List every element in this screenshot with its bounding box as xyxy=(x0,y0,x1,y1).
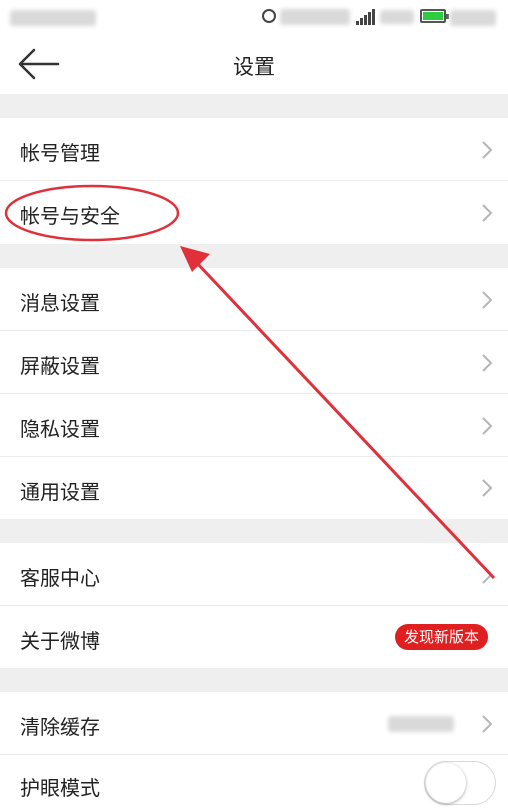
settings-item-label: 通用设置 xyxy=(20,480,100,504)
settings-item-label: 屏蔽设置 xyxy=(20,354,100,378)
settings-item-privacy[interactable]: 隐私设置 xyxy=(0,394,508,457)
settings-item-account-management[interactable]: 帐号管理 xyxy=(0,118,508,181)
settings-item-label: 清除缓存 xyxy=(20,715,100,739)
signal-icon xyxy=(356,9,376,25)
status-time xyxy=(10,10,96,26)
status-icons-left xyxy=(280,9,350,25)
chevron-right-icon xyxy=(482,566,493,584)
eye-care-toggle[interactable] xyxy=(424,761,496,805)
settings-item-customer-service[interactable]: 客服中心 xyxy=(0,543,508,606)
settings-item-label: 消息设置 xyxy=(20,291,100,315)
page-title: 设置 xyxy=(233,55,275,79)
chevron-right-icon xyxy=(482,141,493,159)
settings-item-about[interactable]: 关于微博 发现新版本 xyxy=(0,606,508,668)
settings-item-message[interactable]: 消息设置 xyxy=(0,268,508,331)
status-battery-text xyxy=(450,10,496,26)
alarm-icon xyxy=(262,9,276,23)
toggle-knob xyxy=(426,763,466,803)
chevron-right-icon xyxy=(482,417,493,435)
chevron-right-icon xyxy=(482,291,493,309)
settings-item-label: 帐号与安全 xyxy=(20,204,120,228)
chevron-right-icon xyxy=(482,715,493,733)
chevron-right-icon xyxy=(482,354,493,372)
settings-item-label: 客服中心 xyxy=(20,566,100,590)
settings-item-account-security[interactable]: 帐号与安全 xyxy=(0,181,508,244)
settings-item-block[interactable]: 屏蔽设置 xyxy=(0,331,508,394)
settings-item-label: 关于微博 xyxy=(20,629,100,653)
group-separator xyxy=(0,244,508,268)
chevron-right-icon xyxy=(482,479,493,497)
group-separator xyxy=(0,519,508,543)
status-icons-mid xyxy=(380,10,414,24)
new-version-badge: 发现新版本 xyxy=(394,624,488,650)
group-separator xyxy=(0,668,508,692)
settings-item-clear-cache[interactable]: 清除缓存 xyxy=(0,692,508,755)
settings-item-label: 帐号管理 xyxy=(20,141,100,165)
settings-item-label: 隐私设置 xyxy=(20,417,100,441)
nav-bar: 设置 xyxy=(0,34,508,94)
status-bar xyxy=(0,0,508,34)
battery-icon xyxy=(420,9,449,23)
group-separator xyxy=(0,94,508,118)
cache-size-value xyxy=(388,716,454,732)
chevron-right-icon xyxy=(482,204,493,222)
settings-item-label: 护眼模式 xyxy=(20,776,100,800)
settings-item-general[interactable]: 通用设置 xyxy=(0,457,508,519)
settings-item-eye-care[interactable]: 护眼模式 xyxy=(0,755,508,808)
